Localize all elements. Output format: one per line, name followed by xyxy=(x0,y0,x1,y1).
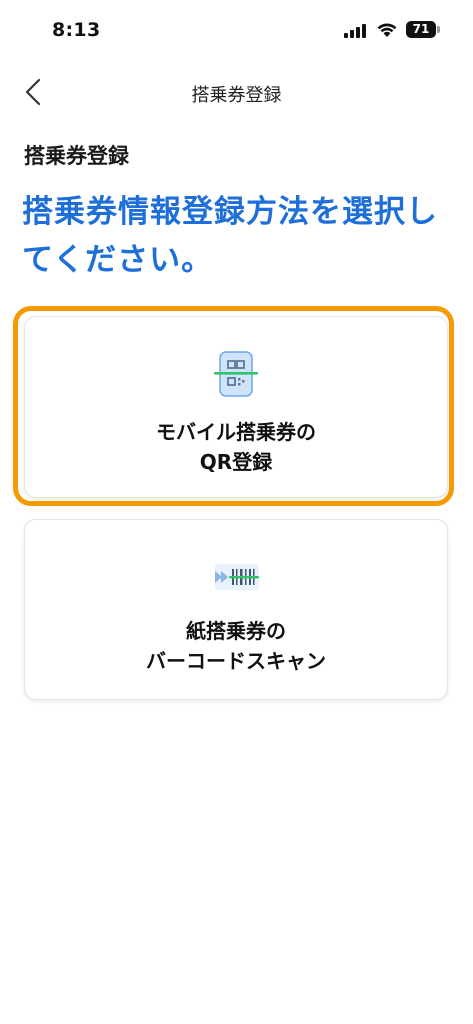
nav-title: 搭乗券登録 xyxy=(191,85,282,106)
option-paper-barcode-button[interactable]: 紙搭乗券の バーコードスキャン xyxy=(24,519,448,700)
highlight-ring xyxy=(13,306,454,506)
main-heading-line2: てください。 xyxy=(22,242,214,278)
wifi-icon xyxy=(377,23,397,37)
battery-icon: 71 xyxy=(406,21,436,38)
barcode-scan-icon xyxy=(215,564,259,590)
main-heading: 搭乗券情報登録方法を選択し てください。 xyxy=(22,188,452,284)
nav-bar: 搭乗券登録 xyxy=(0,64,473,120)
battery-cap xyxy=(437,26,440,33)
section-title: 搭乗券登録 xyxy=(24,144,129,168)
option-paper-barcode-label-line2: バーコードスキャン xyxy=(146,649,326,673)
main-heading-line1: 搭乗券情報登録方法を選択し xyxy=(22,194,438,230)
status-bar: 8:13 71 xyxy=(0,0,473,64)
status-time: 8:13 xyxy=(52,19,101,41)
option-paper-barcode-label: 紙搭乗券の バーコードスキャン xyxy=(25,616,447,676)
option-paper-barcode-label-line1: 紙搭乗券の xyxy=(186,619,286,643)
signal-icon xyxy=(344,24,368,38)
